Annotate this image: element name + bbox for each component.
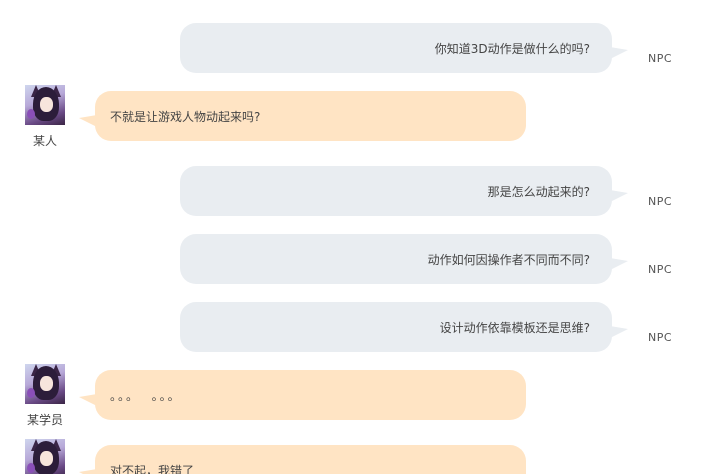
avatar-accent (27, 388, 35, 398)
avatar-face (40, 376, 53, 391)
user-avatar[interactable] (25, 439, 65, 474)
message-text: 动作如何因操作者不同而不同? (427, 252, 590, 267)
user-name-label: 某人 (32, 134, 57, 148)
user-avatar[interactable] (25, 85, 65, 125)
user-message-bubble: 。。。 。。。 (79, 370, 526, 420)
user-avatar[interactable] (25, 364, 65, 404)
avatar-accent (27, 109, 35, 119)
user-message-bubble: 对不起，我错了 (79, 445, 526, 474)
npc-speaker-label: NPC (648, 331, 673, 344)
npc-message-bubble: 设计动作依靠模板还是思维? (180, 302, 628, 352)
user-message-bubble: 不就是让游戏人物动起来吗? (79, 91, 526, 141)
avatar-face (40, 97, 53, 112)
message-text: 不就是让游戏人物动起来吗? (110, 109, 261, 124)
user-name-label: 某学员 (26, 413, 63, 427)
avatar-face (40, 451, 53, 466)
npc-message-bubble: 动作如何因操作者不同而不同? (180, 234, 628, 284)
message-text: 那是怎么动起来的? (487, 184, 590, 199)
npc-message-bubble: 你知道3D动作是做什么的吗? (180, 23, 628, 73)
npc-message-bubble: 那是怎么动起来的? (180, 166, 628, 216)
message-text: 。。。 。。。 (110, 388, 182, 403)
avatar-accent (27, 463, 35, 473)
npc-speaker-label: NPC (648, 195, 673, 208)
message-text: 对不起，我错了 (110, 463, 195, 474)
npc-speaker-label: NPC (648, 263, 673, 276)
chat-conversation: 你知道3D动作是做什么的吗? NPC 某人 不就是让游戏人物动起来吗? 那是怎么… (0, 0, 716, 474)
npc-speaker-label: NPC (648, 52, 673, 65)
message-text: 你知道3D动作是做什么的吗? (434, 41, 590, 56)
message-text: 设计动作依靠模板还是思维? (439, 320, 590, 335)
